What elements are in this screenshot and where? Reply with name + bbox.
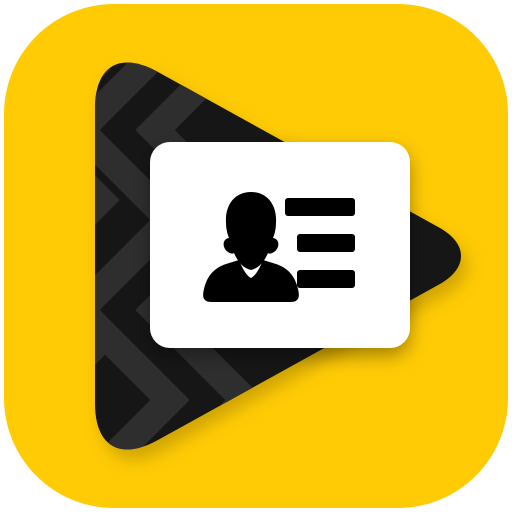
icon-stage: [0, 0, 512, 512]
contact-card: [150, 142, 410, 348]
app-icon[interactable]: [0, 0, 512, 512]
